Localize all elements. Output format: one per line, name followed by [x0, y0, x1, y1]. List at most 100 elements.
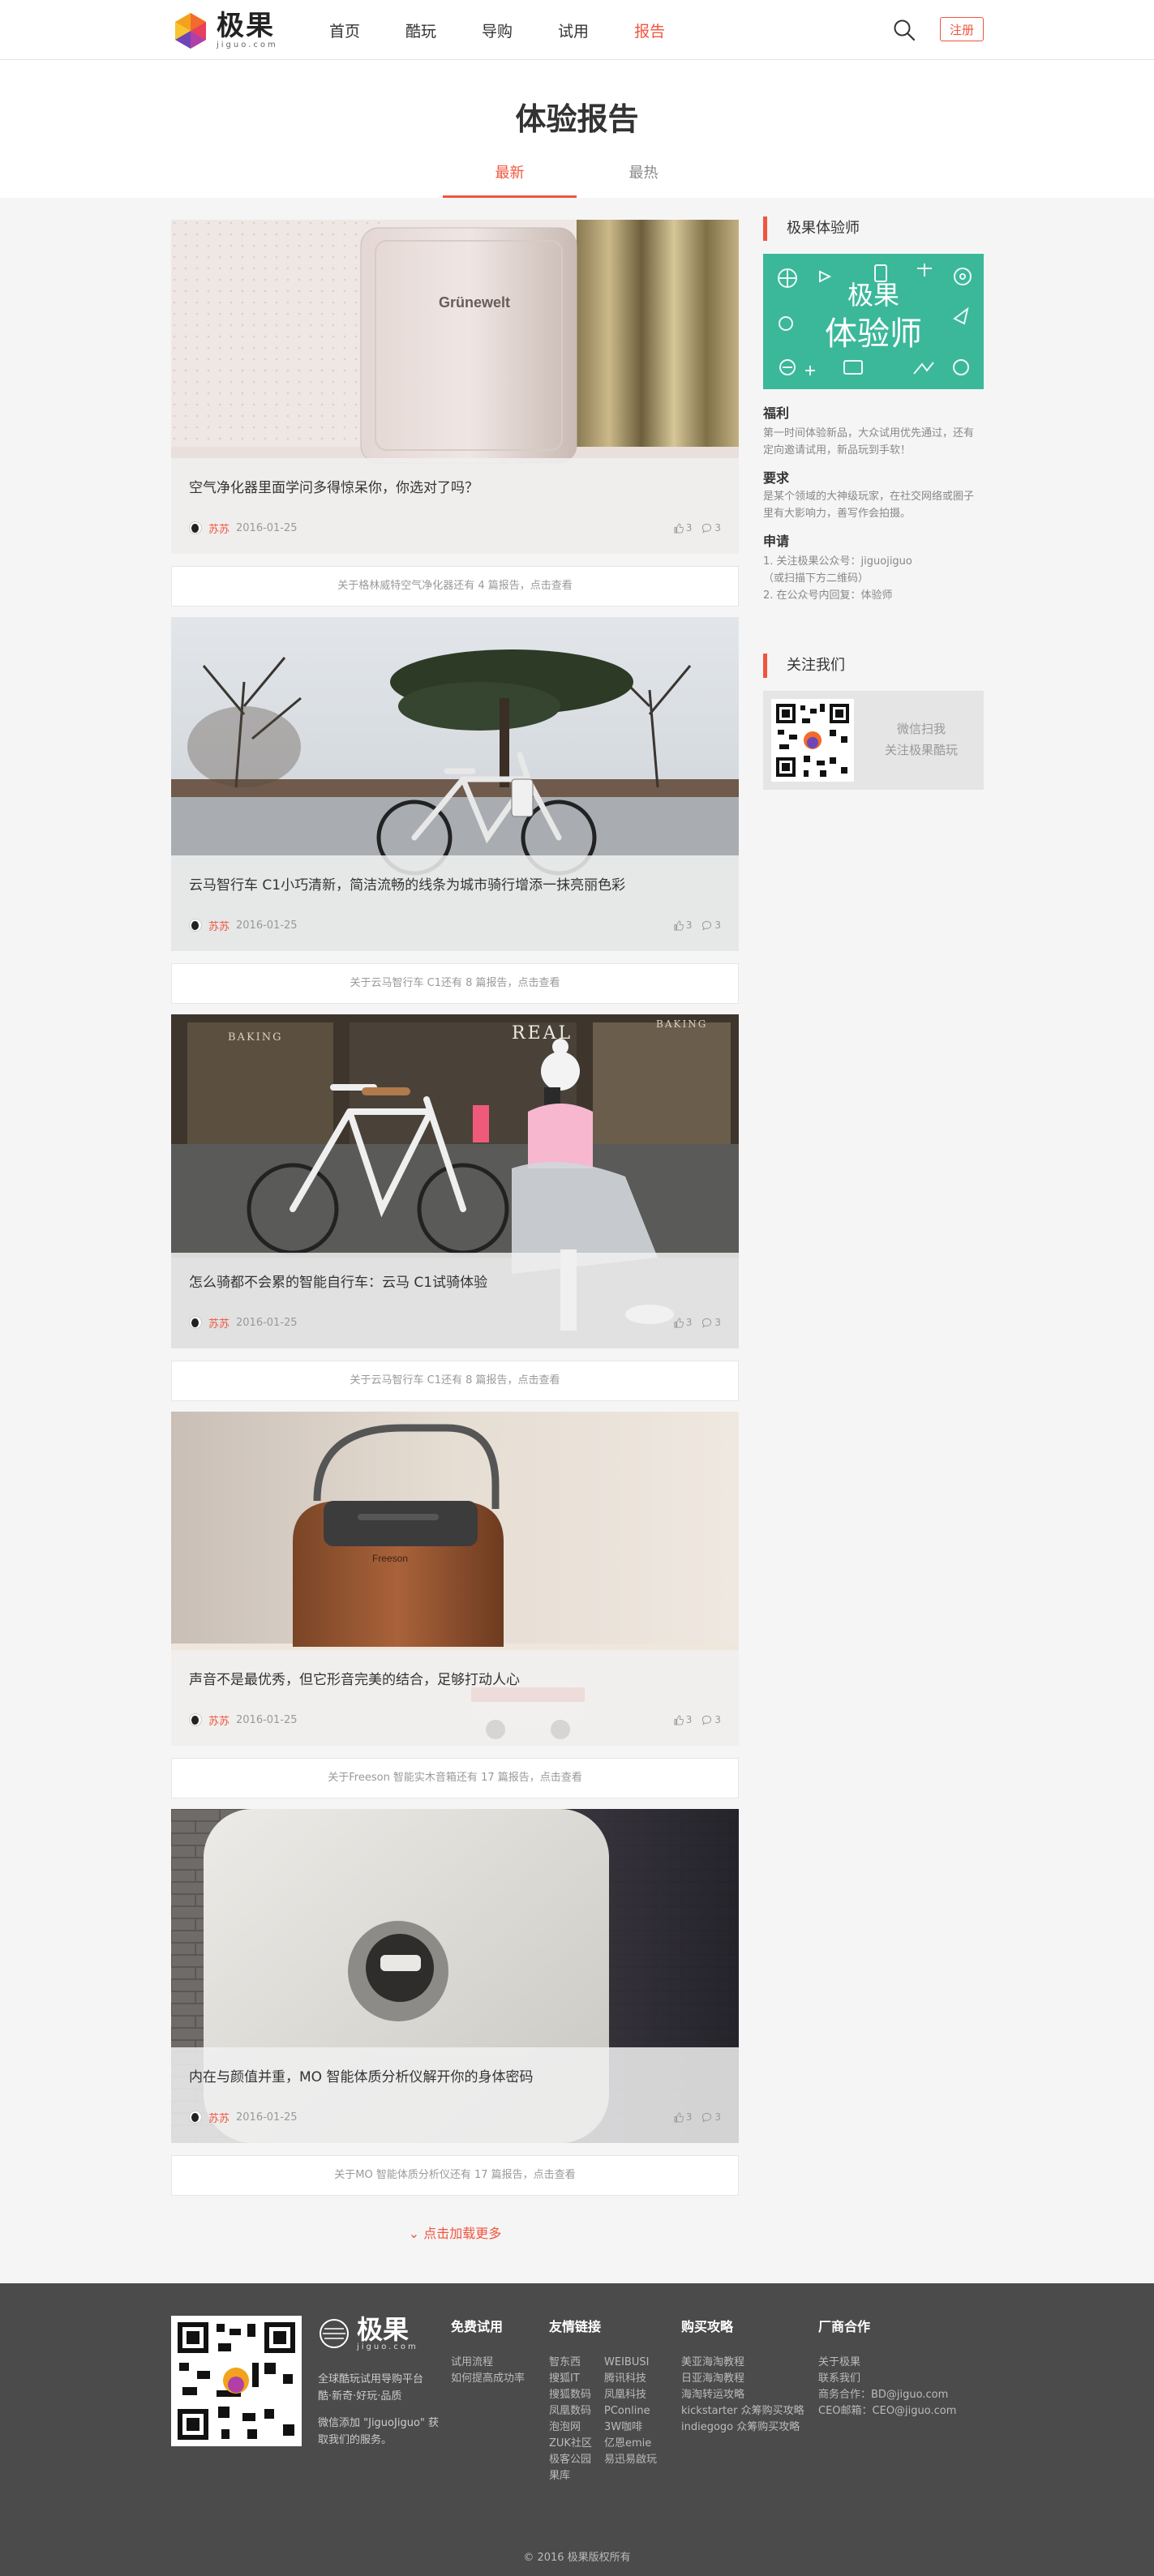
- report-title[interactable]: 空气净化器里面学问多得惊呆你，你选对了吗？: [189, 476, 478, 496]
- footer-link[interactable]: 搜狐数码: [549, 2387, 592, 2403]
- tab-latest[interactable]: 最新: [443, 159, 577, 198]
- footer-link[interactable]: WEIBUSI: [604, 2355, 657, 2371]
- footer-link[interactable]: CEO邮箱：CEO@jiguo.com: [818, 2403, 956, 2420]
- requirement-text: 是某个领域的大神级玩家，在社交网络或圈子里有大影响力，善写作会拍摄。: [763, 491, 975, 520]
- follow-text: 微信扫我 关注极果酷玩: [884, 722, 958, 757]
- footer-link[interactable]: 果库: [549, 2468, 592, 2484]
- footer-col-trial-title: 免费试用: [451, 2319, 504, 2334]
- author-avatar[interactable]: [189, 1316, 202, 1329]
- footer-link[interactable]: 商务合作：BD@jiguo.com: [818, 2387, 956, 2403]
- author-name[interactable]: 苏苏: [208, 2110, 230, 2125]
- footer-logo[interactable]: 极果 jiguo.com: [318, 2316, 418, 2351]
- footer-logo-domain: jiguo.com: [357, 2342, 418, 2351]
- nav-guide[interactable]: 导购: [482, 19, 513, 41]
- author-name[interactable]: 苏苏: [208, 918, 230, 933]
- apply-steps: 1. 关注极果公众号：jiguojiguo （或扫描下方二维码） 2. 在公众号…: [763, 553, 984, 604]
- more-reports-link[interactable]: 关于云马智行车 C1还有 8 篇报告，点击查看: [171, 963, 739, 1004]
- search-icon[interactable]: [892, 18, 916, 42]
- footer-link[interactable]: 凤凰科技: [604, 2387, 657, 2403]
- more-reports-link[interactable]: 关于MO 智能体质分析仪还有 17 篇报告，点击查看: [171, 2155, 739, 2196]
- comment-count[interactable]: 3: [701, 919, 721, 931]
- report-card[interactable]: 云马智行车 C1小巧清新，简洁流畅的线条为城市骑行增添一抹亮丽色彩 苏苏 201…: [171, 617, 739, 951]
- site-logo[interactable]: 极果 jiguo.com: [171, 8, 278, 54]
- like-count[interactable]: 3: [673, 522, 692, 534]
- footer-link[interactable]: 凤凰数码: [549, 2403, 592, 2420]
- author-name[interactable]: 苏苏: [208, 1712, 230, 1728]
- like-count[interactable]: 3: [673, 919, 692, 931]
- title-band: 体验报告 最新 最热: [0, 60, 1154, 198]
- load-more-button[interactable]: ⌄ 点击加载更多: [171, 2222, 739, 2247]
- nav-reports[interactable]: 报告: [634, 19, 665, 41]
- nav-cool[interactable]: 酷玩: [405, 19, 436, 41]
- nav-trial[interactable]: 试用: [558, 19, 589, 41]
- report-card[interactable]: BAKING REAL BAKING 怎么骑都不会累的智能自行车：云马 C1试骑…: [171, 1014, 739, 1348]
- footer-link[interactable]: 如何提高成功率: [451, 2371, 525, 2387]
- requirement-title: 要求: [763, 470, 790, 486]
- shop-sign-right: BAKING: [656, 1018, 707, 1030]
- author-name[interactable]: 苏苏: [208, 1315, 230, 1331]
- footer-link[interactable]: 关于极果: [818, 2355, 956, 2371]
- footer-link[interactable]: 3W咖啡: [604, 2420, 657, 2436]
- author-name[interactable]: 苏苏: [208, 521, 230, 536]
- footer-slogan: 全球酷玩试用导购平台 酷·新奇·好玩·品质: [318, 2373, 424, 2402]
- comment-count[interactable]: 3: [701, 1317, 721, 1328]
- comment-icon: [702, 1318, 712, 1328]
- footer-col-business-title: 厂商合作: [818, 2319, 871, 2334]
- footer-link[interactable]: 搜狐IT: [549, 2371, 592, 2387]
- more-reports-link[interactable]: 关于格林威特空气净化器还有 4 篇报告，点击查看: [171, 566, 739, 606]
- report-date: 2016-01-25: [236, 919, 298, 932]
- comment-count[interactable]: 3: [701, 1714, 721, 1725]
- more-reports-link[interactable]: 关于Freeson 智能实木音箱还有 17 篇报告，点击查看: [171, 1758, 739, 1798]
- footer-link[interactable]: kickstarter 众筹购买攻略: [681, 2403, 804, 2420]
- footer-link[interactable]: 试用流程: [451, 2355, 525, 2371]
- shop-sign-left: BAKING: [228, 1031, 283, 1044]
- comment-count[interactable]: 3: [701, 522, 721, 534]
- footer-link[interactable]: 日亚海淘教程: [681, 2371, 804, 2387]
- footer-link[interactable]: 亿恩emie: [604, 2436, 657, 2452]
- report-card[interactable]: Freeson 声音不是最优秀，但它形音完美的结合，足够打动人心 苏苏 2016…: [171, 1412, 739, 1746]
- author-avatar[interactable]: [189, 1713, 202, 1726]
- report-meta: 苏苏 2016-01-25: [189, 2109, 298, 2125]
- footer-link[interactable]: 海淘转运攻略: [681, 2387, 804, 2403]
- footer-link[interactable]: 泡泡网: [549, 2420, 592, 2436]
- tab-hottest[interactable]: 最热: [577, 159, 710, 198]
- like-count[interactable]: 3: [673, 1714, 692, 1725]
- footer-link[interactable]: 美亚海淘教程: [681, 2355, 804, 2371]
- report-meta: 苏苏 2016-01-25: [189, 917, 298, 933]
- footer-link[interactable]: indiegogo 众筹购买攻略: [681, 2420, 804, 2436]
- report-title[interactable]: 怎么骑都不会累的智能自行车：云马 C1试骑体验: [189, 1271, 487, 1291]
- footer-link[interactable]: 联系我们: [818, 2371, 956, 2387]
- report-stats: 3 3: [673, 1712, 721, 1728]
- report-stats: 3 3: [673, 520, 721, 536]
- report-date: 2016-01-25: [236, 521, 298, 534]
- report-stats: 3 3: [673, 1314, 721, 1331]
- register-button[interactable]: 注册: [940, 17, 984, 41]
- report-card[interactable]: 内在与颜值并重，MO 智能体质分析仪解开你的身体密码 苏苏 2016-01-25…: [171, 1809, 739, 2143]
- footer-link[interactable]: PConline: [604, 2403, 657, 2420]
- footer-logo-icon: [320, 2319, 349, 2348]
- author-avatar[interactable]: [189, 2111, 202, 2124]
- report-meta: 苏苏 2016-01-25: [189, 1314, 298, 1331]
- footer-col-business: 关于极果 联系我们 商务合作：BD@jiguo.com CEO邮箱：CEO@ji…: [818, 2355, 956, 2420]
- report-meta: 苏苏 2016-01-25: [189, 1712, 298, 1728]
- tester-banner[interactable]: 极果 体验师: [763, 254, 984, 389]
- author-avatar[interactable]: [189, 919, 202, 932]
- comment-icon: [702, 920, 712, 931]
- report-title[interactable]: 声音不是最优秀，但它形音完美的结合，足够打动人心: [189, 1668, 520, 1688]
- footer-link[interactable]: 易迅易啟玩: [604, 2452, 657, 2468]
- like-count[interactable]: 3: [673, 2111, 692, 2123]
- nav-home[interactable]: 首页: [329, 19, 360, 41]
- sort-tabs: 最新 最热: [443, 159, 710, 198]
- footer-link[interactable]: 极客公园: [549, 2452, 592, 2468]
- report-title[interactable]: 云马智行车 C1小巧清新，简洁流畅的线条为城市骑行增添一抹亮丽色彩: [189, 873, 625, 894]
- comment-count[interactable]: 3: [701, 2111, 721, 2123]
- like-count[interactable]: 3: [673, 1317, 692, 1328]
- tester-banner-art: 极果 体验师: [778, 264, 972, 375]
- more-reports-link[interactable]: 关于云马智行车 C1还有 8 篇报告，点击查看: [171, 1361, 739, 1401]
- footer-link[interactable]: ZUK社区: [549, 2436, 592, 2452]
- report-card[interactable]: Grünewelt 空气净化器里面学问多得惊呆你，你选对了吗？ 苏苏 2016-…: [171, 220, 739, 554]
- report-title[interactable]: 内在与颜值并重，MO 智能体质分析仪解开你的身体密码: [189, 2065, 533, 2085]
- footer-link[interactable]: 智东西: [549, 2355, 592, 2371]
- footer-link[interactable]: 腾讯科技: [604, 2371, 657, 2387]
- author-avatar[interactable]: [189, 521, 202, 534]
